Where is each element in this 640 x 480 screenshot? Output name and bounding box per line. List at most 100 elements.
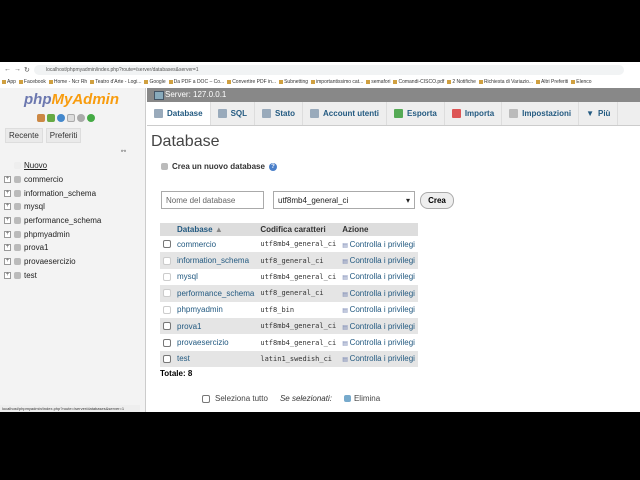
- db-link[interactable]: provaesercizio: [174, 334, 258, 351]
- new-link[interactable]: Nuovo: [24, 161, 47, 170]
- collation-select[interactable]: utf8mb4_general_ci ▾: [273, 191, 415, 209]
- tree-label[interactable]: phpmyadmin: [24, 230, 70, 239]
- db-link[interactable]: commercio: [174, 236, 258, 253]
- reload-icon[interactable]: [87, 114, 95, 122]
- db-link[interactable]: test: [174, 350, 258, 368]
- database-icon: [14, 244, 21, 252]
- bookmark[interactable]: Teatro d'Arte - Logi...: [90, 79, 141, 85]
- address-bar[interactable]: localhost/phpmyadmin/index.php?route=/se…: [34, 65, 624, 75]
- recent-tab[interactable]: Recente: [5, 128, 43, 143]
- column-header-database[interactable]: Database ▲: [174, 223, 258, 236]
- docs-icon[interactable]: [67, 114, 75, 122]
- home-icon[interactable]: [37, 114, 45, 122]
- tab-database[interactable]: Database: [147, 102, 211, 125]
- tree-item[interactable]: + test: [4, 269, 101, 283]
- new-db-icon: [161, 163, 168, 170]
- privileges-link[interactable]: Controlla i privilegi: [339, 301, 418, 318]
- expand-icon[interactable]: +: [4, 217, 11, 225]
- privileges-link[interactable]: Controlla i privilegi: [339, 334, 418, 351]
- row-checkbox[interactable]: [163, 354, 171, 363]
- row-checkbox[interactable]: [163, 338, 171, 347]
- tree-label[interactable]: performance_schema: [24, 216, 101, 225]
- expand-icon[interactable]: +: [4, 189, 11, 197]
- favorites-tab[interactable]: Preferiti: [45, 128, 82, 143]
- server-breadcrumb[interactable]: Server: 127.0.0.1: [147, 88, 640, 102]
- database-icon: [14, 258, 21, 266]
- bookmark[interactable]: importantissimo cat...: [311, 79, 363, 85]
- tree-label[interactable]: prova1: [24, 243, 48, 252]
- expand-icon[interactable]: +: [4, 230, 11, 238]
- bookmark[interactable]: App: [2, 79, 16, 85]
- bookmark[interactable]: Home - Ncr Rh: [49, 79, 87, 85]
- tree-item[interactable]: + prova1: [4, 241, 101, 255]
- bookmark[interactable]: Convertire PDF in...: [227, 79, 276, 85]
- back-icon[interactable]: ←: [4, 66, 11, 73]
- tab-import[interactable]: Importa: [445, 102, 503, 125]
- bookmark[interactable]: Richiesta di Variazio...: [479, 79, 533, 85]
- tab-more[interactable]: ▼ Più: [579, 102, 619, 125]
- db-link[interactable]: prova1: [174, 317, 258, 335]
- help-icon[interactable]: ?: [268, 162, 277, 171]
- tree-label[interactable]: test: [24, 271, 37, 280]
- bookmark[interactable]: Elenco: [571, 79, 591, 85]
- reload-icon[interactable]: ↻: [24, 66, 30, 74]
- tab-sql[interactable]: SQL: [211, 102, 256, 125]
- tree-item-new[interactable]: Nuovo: [4, 159, 101, 173]
- link-icon[interactable]: ⚯: [121, 148, 126, 155]
- row-checkbox[interactable]: [163, 240, 171, 249]
- status-bar-url: localhost/phpmyadmin/index.php?route=/se…: [0, 405, 140, 412]
- expand-icon[interactable]: +: [4, 258, 11, 266]
- tab-export[interactable]: Esporta: [387, 102, 445, 125]
- database-icon: [14, 271, 21, 279]
- privileges-link[interactable]: Controlla i privilegi: [339, 350, 418, 368]
- privileges-link[interactable]: Controlla i privilegi: [339, 268, 418, 286]
- tree-item[interactable]: + mysql: [4, 200, 101, 214]
- tab-settings[interactable]: Impostazioni: [502, 102, 580, 125]
- forward-icon[interactable]: →: [14, 66, 21, 73]
- tree-item[interactable]: + provaesercizio: [4, 255, 101, 269]
- db-link[interactable]: performance_schema: [174, 285, 258, 302]
- expand-icon[interactable]: +: [4, 176, 11, 184]
- help-icon[interactable]: [57, 114, 65, 122]
- tree-label[interactable]: information_schema: [24, 189, 96, 198]
- expand-icon[interactable]: +: [4, 203, 11, 211]
- create-button[interactable]: Crea: [420, 192, 454, 209]
- logout-icon[interactable]: [47, 114, 55, 122]
- tree-item[interactable]: + performance_schema: [4, 214, 101, 228]
- privileges-link[interactable]: Controlla i privilegi: [339, 236, 418, 253]
- phpmyadmin-logo[interactable]: phpMyAdmin: [24, 91, 119, 108]
- bookmark[interactable]: Da PDF a DOC – Co...: [169, 79, 225, 85]
- tree-label[interactable]: mysql: [24, 202, 45, 211]
- tree-label[interactable]: commercio: [24, 175, 63, 184]
- privileges-link[interactable]: Controlla i privilegi: [339, 317, 418, 335]
- tree-item[interactable]: + phpmyadmin: [4, 227, 101, 241]
- select-all-checkbox[interactable]: [202, 394, 210, 403]
- privileges-link[interactable]: Controlla i privilegi: [339, 252, 418, 269]
- bookmark[interactable]: Altri Preferiti: [536, 79, 568, 85]
- gear-icon[interactable]: [77, 114, 85, 122]
- db-link[interactable]: mysql: [174, 268, 258, 286]
- delete-button[interactable]: Elimina: [343, 394, 380, 403]
- db-name-input[interactable]: Nome del database: [161, 191, 264, 209]
- expand-icon[interactable]: +: [4, 244, 11, 252]
- column-header-collation[interactable]: Codifica caratteri: [257, 223, 340, 236]
- tree-label[interactable]: provaesercizio: [24, 257, 76, 266]
- tree-item[interactable]: + commercio: [4, 173, 101, 187]
- users-icon: [310, 109, 320, 118]
- expand-icon[interactable]: +: [4, 271, 11, 279]
- select-all-label[interactable]: Seleziona tutto: [215, 394, 268, 403]
- tab-status[interactable]: Stato: [255, 102, 304, 125]
- bookmark[interactable]: Google: [144, 79, 165, 85]
- bookmark[interactable]: 2 Notifiche: [447, 79, 476, 85]
- bookmark[interactable]: Facebook: [19, 79, 46, 85]
- db-link[interactable]: phpmyadmin: [174, 301, 258, 318]
- privileges-link[interactable]: Controlla i privilegi: [339, 285, 418, 302]
- row-checkbox[interactable]: [163, 322, 171, 331]
- db-link[interactable]: information_schema: [174, 252, 258, 269]
- row-checkbox: [163, 256, 171, 265]
- tree-item[interactable]: + information_schema: [4, 186, 101, 200]
- bookmark[interactable]: semafori: [366, 79, 390, 85]
- bookmark[interactable]: Comandi-CISCO.pdf: [393, 79, 444, 85]
- bookmark[interactable]: Subnetting: [279, 79, 308, 85]
- tab-user-accounts[interactable]: Account utenti: [303, 102, 388, 125]
